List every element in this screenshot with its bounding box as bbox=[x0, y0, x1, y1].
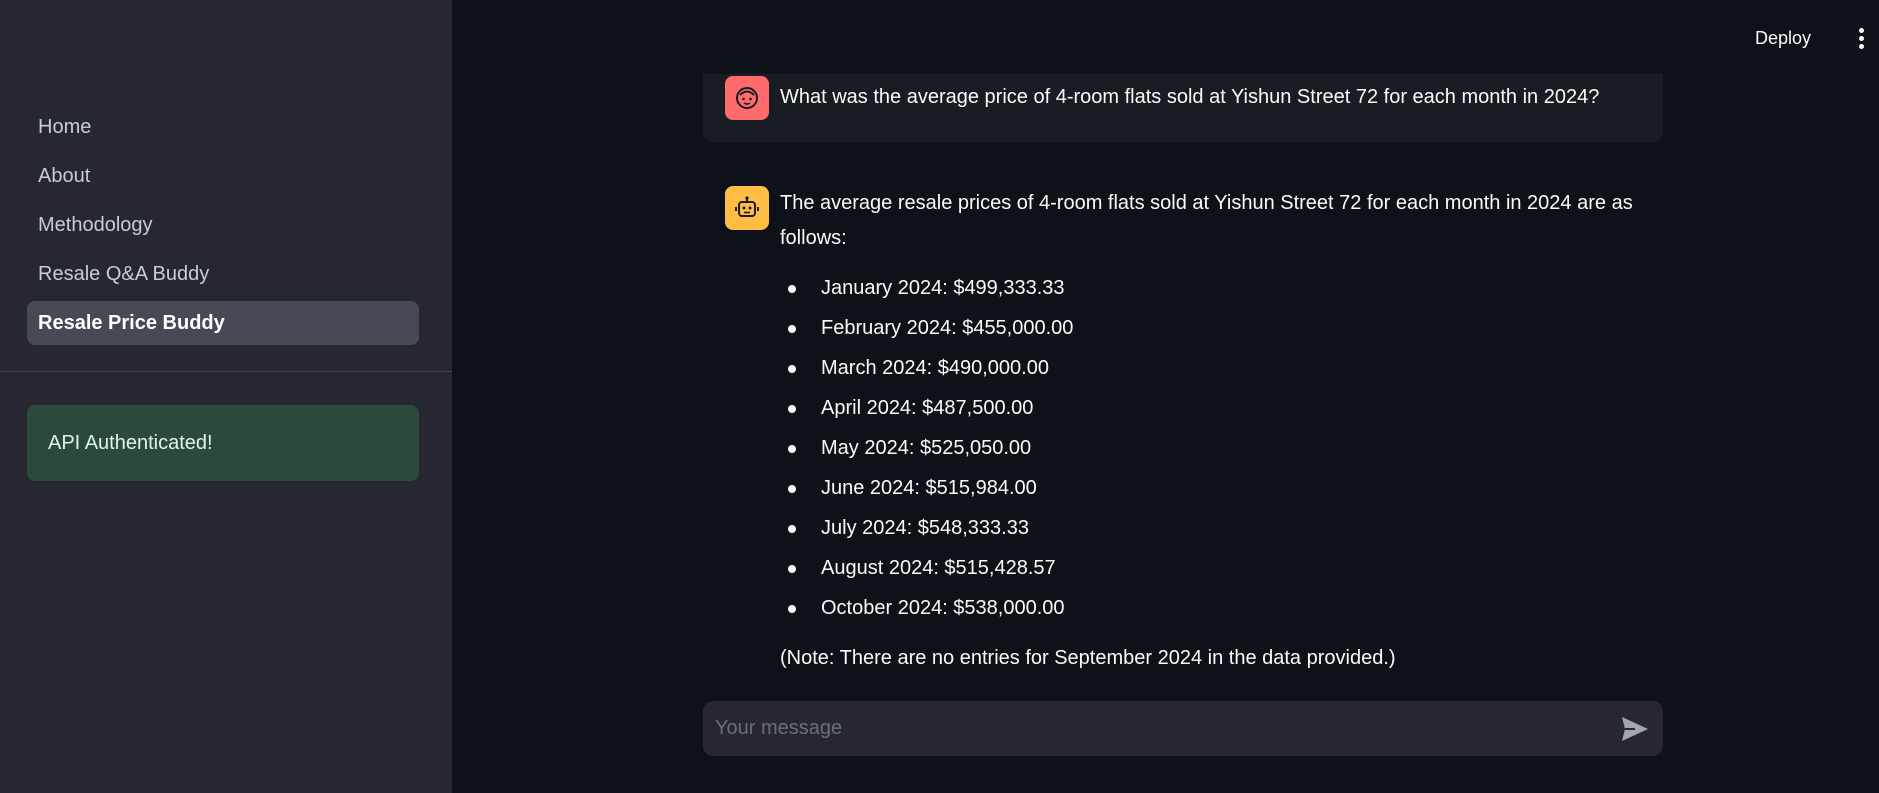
list-item: July 2024: $548,333.33 bbox=[780, 511, 1650, 551]
sidebar-item-about[interactable]: About bbox=[27, 154, 419, 198]
sidebar-divider bbox=[0, 371, 452, 372]
list-item: February 2024: $455,000.00 bbox=[780, 311, 1650, 351]
sidebar-item-resale-price-buddy[interactable]: Resale Price Buddy bbox=[27, 301, 419, 345]
user-avatar-icon bbox=[725, 76, 769, 120]
bot-avatar-icon bbox=[725, 186, 769, 230]
sidebar-nav: Home About Methodology Resale Q&A Buddy … bbox=[27, 105, 419, 350]
list-item: August 2024: $515,428.57 bbox=[780, 551, 1650, 591]
list-item: January 2024: $499,333.33 bbox=[780, 271, 1650, 311]
sidebar-item-methodology[interactable]: Methodology bbox=[27, 203, 419, 247]
sidebar-item-resale-qa-buddy[interactable]: Resale Q&A Buddy bbox=[27, 252, 419, 296]
assistant-note: (Note: There are no entries for Septembe… bbox=[780, 647, 1396, 669]
chat-input-container bbox=[703, 701, 1663, 756]
more-vertical-icon[interactable] bbox=[1853, 28, 1869, 54]
send-icon[interactable] bbox=[1621, 716, 1649, 742]
assistant-message: The average resale prices of 4-room flat… bbox=[780, 186, 1650, 676]
message-input[interactable] bbox=[715, 701, 1595, 756]
list-item: October 2024: $538,000.00 bbox=[780, 591, 1650, 631]
list-item: May 2024: $525,050.00 bbox=[780, 431, 1650, 471]
user-message-text: What was the average price of 4-room fla… bbox=[780, 86, 1600, 108]
deploy-button[interactable]: Deploy bbox=[1755, 28, 1811, 49]
user-message: What was the average price of 4-room fla… bbox=[703, 74, 1663, 142]
assistant-intro-line2: follows: bbox=[780, 227, 847, 249]
sidebar: Home About Methodology Resale Q&A Buddy … bbox=[0, 0, 452, 793]
list-item: April 2024: $487,500.00 bbox=[780, 391, 1650, 431]
assistant-intro-line1: The average resale prices of 4-room flat… bbox=[780, 192, 1633, 214]
success-alert: API Authenticated! bbox=[27, 405, 419, 481]
sidebar-item-home[interactable]: Home bbox=[27, 105, 419, 149]
list-item: June 2024: $515,984.00 bbox=[780, 471, 1650, 511]
price-list: January 2024: $499,333.33 February 2024:… bbox=[780, 271, 1650, 631]
list-item: March 2024: $490,000.00 bbox=[780, 351, 1650, 391]
chat-area: What was the average price of 4-room fla… bbox=[703, 74, 1663, 680]
